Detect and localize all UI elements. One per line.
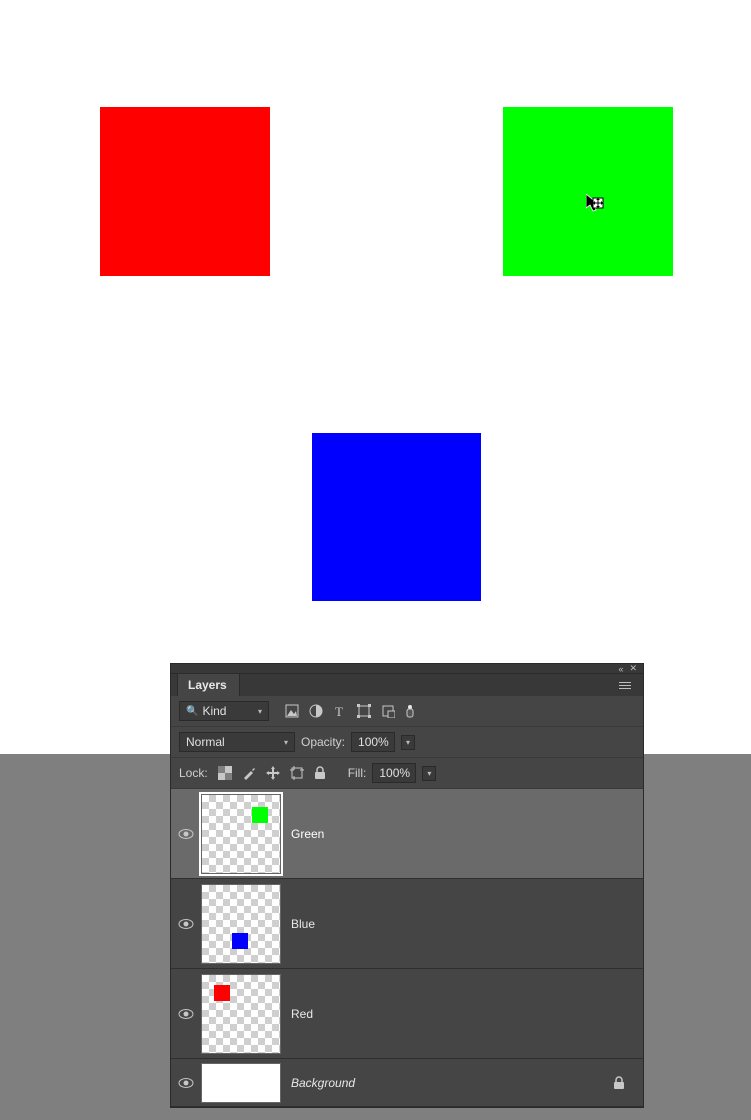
- lock-pixels-icon[interactable]: [242, 766, 256, 780]
- layer-thumbnail[interactable]: [201, 974, 281, 1054]
- chevron-down-icon: ▾: [284, 738, 288, 747]
- lock-artboard-icon[interactable]: [290, 766, 304, 780]
- shape-green[interactable]: [503, 107, 673, 276]
- blend-row: Normal ▾ Opacity: 100% ▾: [171, 727, 643, 758]
- filter-kind-select[interactable]: 🔍 Kind ▾: [179, 701, 269, 721]
- visibility-eye-icon[interactable]: [178, 828, 194, 840]
- panel-titlebar: « ✕: [171, 664, 643, 674]
- filter-type-icon[interactable]: T: [333, 704, 347, 718]
- layer-row-green[interactable]: Green: [171, 789, 643, 879]
- opacity-dropdown[interactable]: ▾: [401, 735, 415, 750]
- thumb-chip-green: [252, 807, 268, 823]
- canvas[interactable]: [0, 0, 751, 754]
- filter-icons: T: [285, 704, 415, 718]
- thumb-chip-red: [214, 985, 230, 1001]
- opacity-label: Opacity:: [301, 735, 345, 749]
- filter-pixel-icon[interactable]: [285, 704, 299, 718]
- svg-text:T: T: [335, 704, 343, 718]
- layer-list: Green Blue Red Background: [171, 789, 643, 1107]
- panel-menu-icon[interactable]: [619, 679, 635, 691]
- visibility-eye-icon[interactable]: [178, 1008, 194, 1020]
- blend-mode-select[interactable]: Normal ▾: [179, 732, 295, 752]
- opacity-input[interactable]: 100%: [351, 732, 395, 752]
- fill-dropdown[interactable]: ▾: [422, 766, 436, 781]
- filter-adjust-icon[interactable]: [309, 704, 323, 718]
- search-icon: 🔍: [186, 706, 198, 717]
- lock-icon[interactable]: [613, 1076, 625, 1090]
- layer-row-red[interactable]: Red: [171, 969, 643, 1059]
- layer-thumbnail[interactable]: [201, 794, 281, 874]
- lock-transparency-icon[interactable]: [218, 766, 232, 780]
- shape-blue[interactable]: [312, 433, 481, 601]
- layer-name[interactable]: Red: [291, 1007, 313, 1021]
- filter-row: 🔍 Kind ▾ T: [171, 696, 643, 727]
- filter-kind-label: Kind: [202, 704, 226, 718]
- filter-smart-icon[interactable]: [381, 704, 395, 718]
- panel-tabs: Layers: [171, 674, 643, 696]
- lock-all-icon[interactable]: [314, 766, 326, 780]
- layers-panel: « ✕ Layers 🔍 Kind ▾ T Normal ▾ Opacity:: [170, 663, 644, 1108]
- tab-layers[interactable]: Layers: [177, 673, 240, 696]
- blend-mode-value: Normal: [186, 735, 225, 749]
- close-icon[interactable]: ✕: [629, 663, 637, 674]
- filter-shape-icon[interactable]: [357, 704, 371, 718]
- fill-input[interactable]: 100%: [372, 763, 416, 783]
- lock-label: Lock:: [179, 766, 208, 780]
- layer-name[interactable]: Blue: [291, 917, 315, 931]
- layer-thumbnail[interactable]: [201, 884, 281, 964]
- lock-row: Lock: Fill: 100% ▾: [171, 758, 643, 789]
- lock-position-icon[interactable]: [266, 766, 280, 780]
- layer-row-blue[interactable]: Blue: [171, 879, 643, 969]
- shape-red[interactable]: [100, 107, 270, 276]
- layer-name[interactable]: Background: [291, 1076, 355, 1090]
- chevron-down-icon: ▾: [258, 707, 262, 716]
- layer-name[interactable]: Green: [291, 827, 324, 841]
- filter-toggle-icon[interactable]: [405, 704, 415, 718]
- visibility-eye-icon[interactable]: [178, 918, 194, 930]
- collapse-icon[interactable]: «: [618, 664, 623, 674]
- layer-row-background[interactable]: Background: [171, 1059, 643, 1107]
- layer-thumbnail[interactable]: [201, 1063, 281, 1103]
- visibility-eye-icon[interactable]: [178, 1077, 194, 1089]
- thumb-chip-blue: [232, 933, 248, 949]
- fill-label: Fill:: [348, 766, 367, 780]
